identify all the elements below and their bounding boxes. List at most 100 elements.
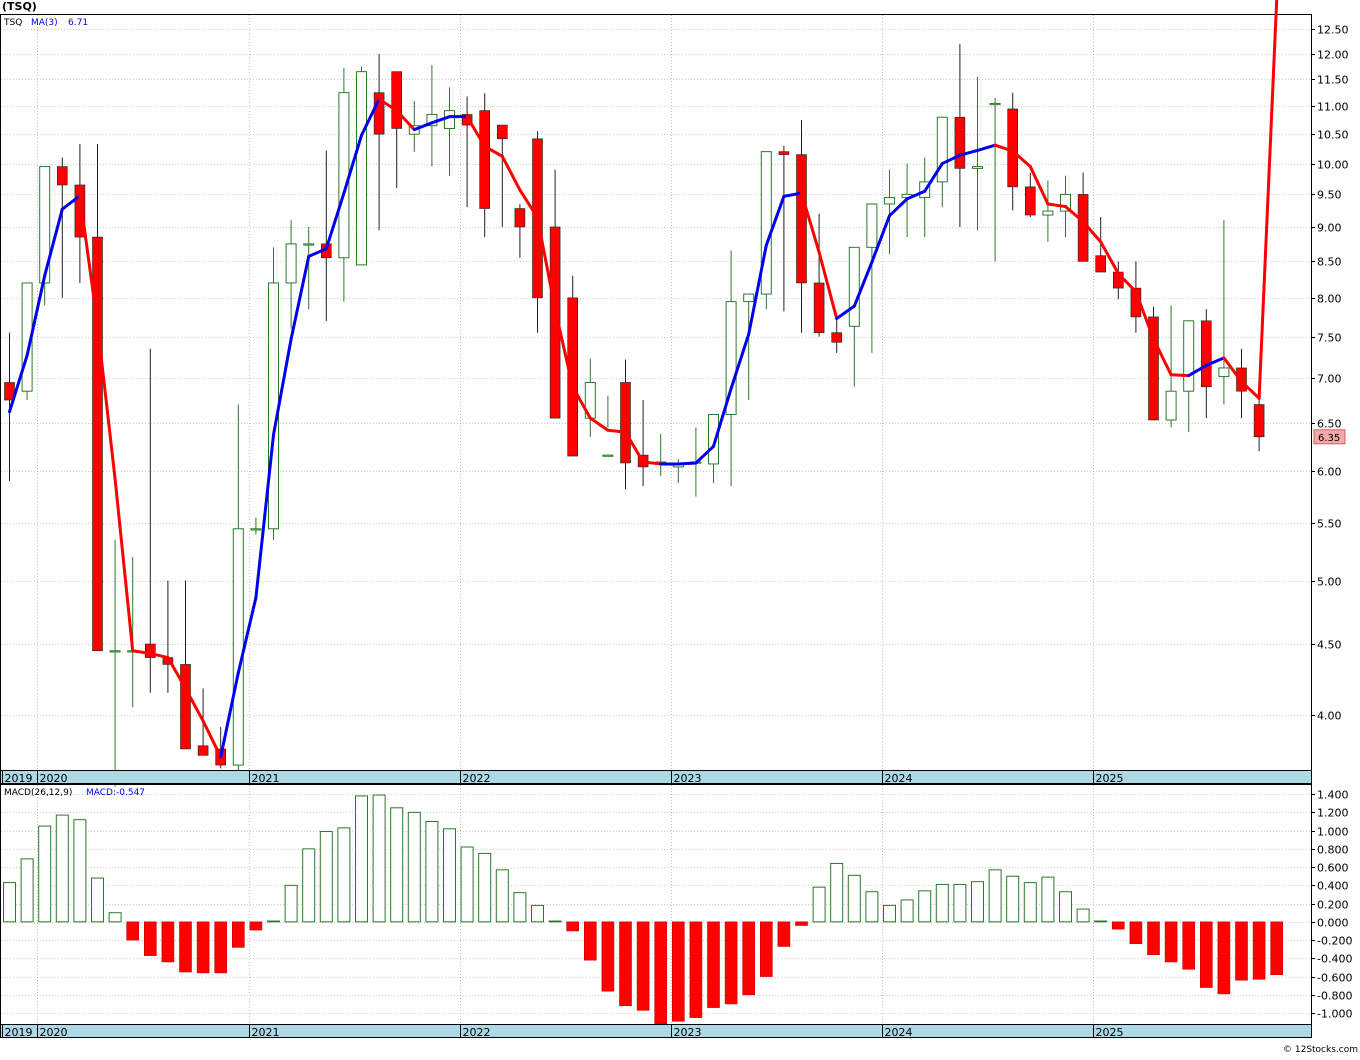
candle-body-up [1042,210,1054,216]
macd-y-tick-label: 1.400 [1317,789,1349,802]
macd-bar-positive [548,920,562,923]
candle-body-down [1025,186,1036,216]
macd-bar-negative [1112,921,1125,930]
macd-bar-negative [724,921,738,1005]
macd-bar-negative [1129,921,1143,945]
candle-body-up [760,151,772,295]
macd-bar-negative [144,921,157,956]
price-x-label: 2024 [885,772,913,785]
candle-body-down [796,154,807,284]
macd-bar-negative [126,921,139,941]
candle-body-up [936,116,948,183]
price-x-label: 2022 [463,772,491,785]
macd-bar-positive [20,858,34,923]
candle-body-down [1095,255,1106,273]
macd-bar-positive [460,846,474,923]
price-x-label: 2021 [252,772,280,785]
macd-bar-positive [108,912,122,923]
macd-bar-negative [1200,921,1213,988]
ma-segment [1169,373,1191,378]
macd-legend-value: MACD:-0.547 [86,788,145,798]
macd-bar-negative [689,921,703,1018]
candle-body-down [496,124,508,140]
macd-bar-negative [1217,921,1231,995]
price-y-tick-label: 11.00 [1317,101,1349,114]
candle-body-up [338,92,350,259]
macd-bar-negative [654,921,668,1025]
ma-ticker-label: TSQ [3,18,22,28]
macd-bar-negative [777,921,791,947]
macd-x-label: 2025 [1096,1026,1124,1039]
macd-bar-positive [935,883,949,923]
macd-bar-positive [900,899,914,923]
macd-bar-negative [742,921,756,996]
ma-legend-value: 6.71 [68,18,88,28]
candle-body-up [602,454,614,457]
macd-bar-positive [267,920,280,923]
last-price-label: 6.35 [1318,433,1340,444]
price-y-tick-label: 10.00 [1317,159,1349,172]
macd-bar-positive [73,819,87,923]
macd-y-tick-label: 0.000 [1317,917,1349,930]
watermark: © 12Stocks.com [1283,1045,1358,1055]
candle-body-up [1218,367,1230,377]
macd-y-tick-label: -0.400 [1317,953,1352,966]
ma-legend-label: MA(3) [31,18,58,28]
chart-canvas: (TSQ) 4.00 4.50 5.00 5.50 6.00 6.50 7.00 7.50 8.… [0,0,1360,1056]
candle-body-down [1007,108,1019,188]
candle-body-down [391,71,403,129]
candle-body-down [831,332,843,343]
macd-bar-positive [1041,876,1055,923]
macd-y-tick-label: 0.400 [1317,880,1349,893]
candle-body-up [884,197,895,205]
price-y-tick-label: 5.00 [1317,576,1342,589]
macd-bar-negative [636,921,650,1011]
macd-bar-negative [214,921,227,974]
candle-body-down [197,745,209,756]
macd-bar-positive [1006,875,1020,923]
price-y-tick-label: 10.50 [1317,129,1349,142]
price-x-label: 2019 [5,772,33,785]
price-y-tick-label: 7.00 [1317,373,1342,386]
macd-bar-negative [196,921,210,974]
chart-root: (TSQ) 4.00 4.50 5.00 5.50 6.00 6.50 7.00 7.50 8.… [0,0,1360,1056]
macd-bar-negative [1164,921,1178,963]
macd-bar-positive [425,820,439,923]
candle-body-up [848,246,860,327]
macd-y-tick-label: 1.000 [1317,826,1349,839]
macd-bar-negative [759,921,773,977]
macd-bar-negative [707,921,720,1008]
macd-bar-positive [953,883,967,923]
candle-body-down [514,208,526,228]
macd-bar-positive [91,877,104,923]
macd-y-tick-label: -0.600 [1317,972,1352,985]
price-y-tick-label: 8.50 [1317,256,1342,269]
macd-bar-negative [232,921,245,948]
macd-bar-positive [443,828,456,923]
price-x-label: 2020 [40,772,68,785]
price-y-tick-label: 6.50 [1317,418,1342,431]
macd-bar-positive [812,886,826,923]
macd-y-tick-label: 0.200 [1317,899,1349,912]
candle-body-up [1183,320,1195,392]
price-y-tick-label: 12.00 [1317,49,1349,62]
macd-bar-positive [390,807,404,923]
candle-body-down [778,151,790,155]
macd-bar-positive [495,869,509,923]
ma-segment [676,461,698,466]
macd-bar-negative [671,921,685,1022]
macd-bar-negative [583,921,597,961]
macd-y-tick-label: -0.200 [1317,935,1352,948]
macd-bar-negative [1147,921,1160,955]
macd-bar-positive [988,869,1002,923]
macd-x-label: 2023 [674,1026,702,1039]
price-y-tick-label: 4.50 [1317,639,1342,652]
macd-x-label: 2022 [463,1026,491,1039]
macd-bar-positive [1076,908,1090,923]
macd-bar-positive [971,881,984,923]
price-y-tick-label: 6.00 [1317,466,1342,479]
macd-bar-positive [319,831,333,923]
macd-bar-negative [1235,921,1248,981]
candle-body-up [356,71,367,266]
candle-body-up [268,282,279,530]
